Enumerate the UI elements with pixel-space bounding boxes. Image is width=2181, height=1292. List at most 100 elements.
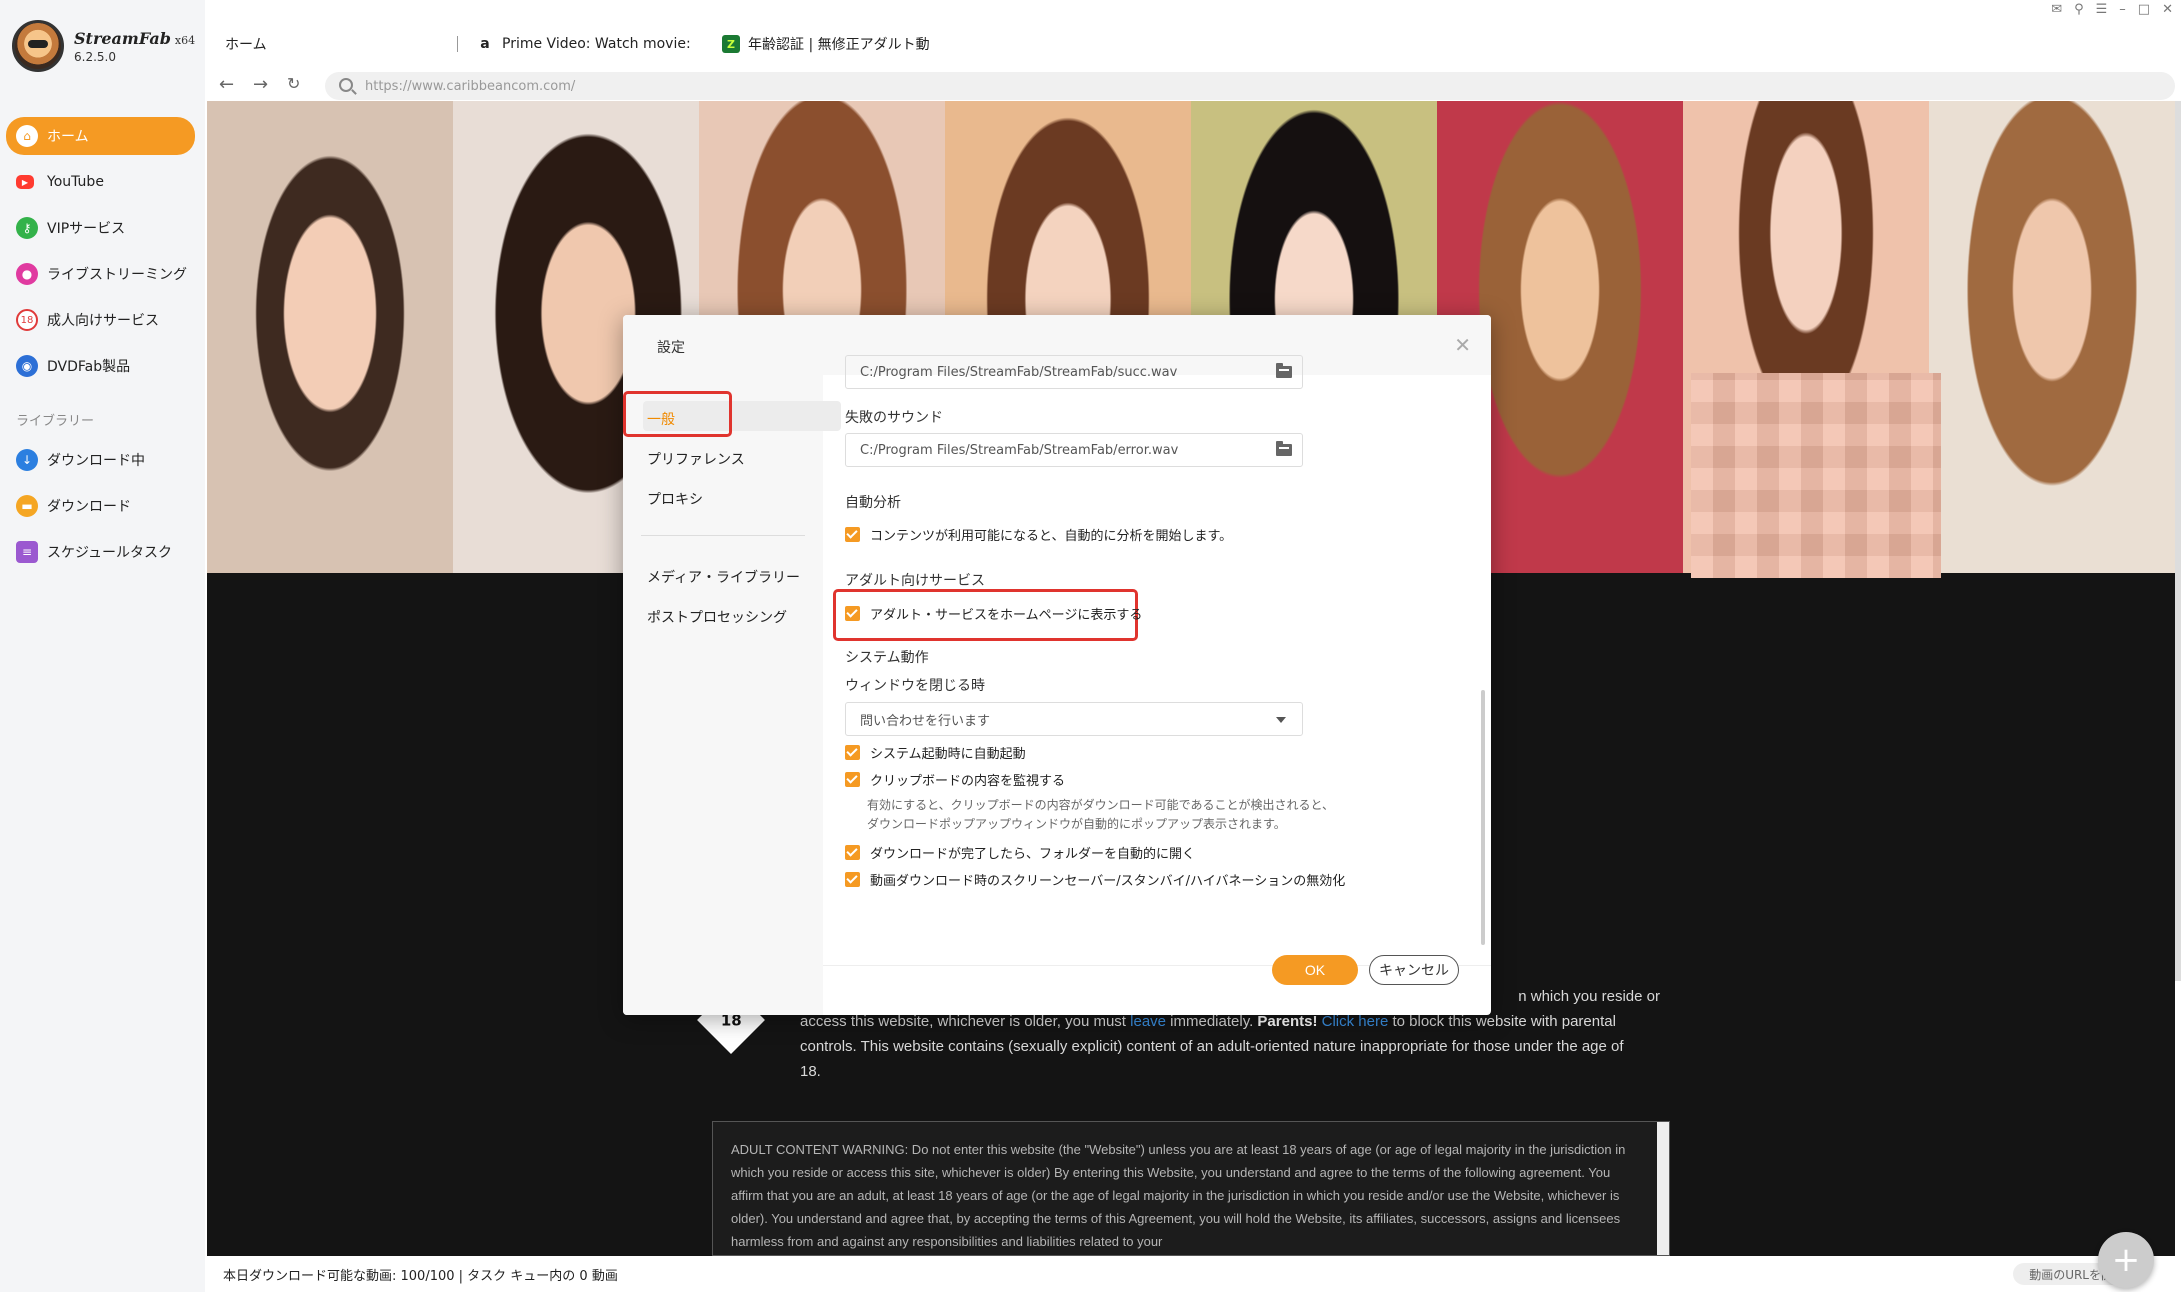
settings-nav-media-library[interactable]: メディア・ライブラリー bbox=[647, 567, 800, 587]
maximize-icon[interactable]: □ bbox=[2138, 2, 2150, 17]
checkbox-checked-icon bbox=[845, 845, 860, 860]
fail-sound-label: 失敗のサウンド bbox=[845, 410, 943, 426]
key-icon: ⚷ bbox=[16, 217, 38, 239]
success-sound-path[interactable]: C:/Program Files/StreamFab/StreamFab/suc… bbox=[845, 355, 1303, 389]
tab-label: 年齢認証 | 無修正アダルト動 bbox=[748, 37, 930, 53]
library-nav: ↓ ダウンロード中 ▬ ダウンロード ≡ スケジュールタスク bbox=[6, 441, 195, 579]
notice-line: 18. bbox=[800, 1063, 821, 1080]
library-section-label: ライブラリー bbox=[16, 414, 95, 429]
pixelated-region bbox=[1691, 373, 1941, 578]
minimize-icon[interactable]: – bbox=[2119, 2, 2126, 17]
youtube-icon: ▶ bbox=[16, 175, 34, 189]
dialog-close-icon[interactable]: ✕ bbox=[1454, 333, 1471, 357]
block-click-here-link[interactable]: Click here bbox=[1322, 1013, 1389, 1030]
on-close-select[interactable]: 問い合わせを行います bbox=[845, 702, 1303, 736]
highlight-box-general bbox=[623, 391, 732, 437]
on-close-label: ウィンドウを閉じる時 bbox=[845, 678, 985, 694]
notice-line: controls. This website contains (sexuall… bbox=[800, 1038, 1624, 1055]
sidebar-item-downloading[interactable]: ↓ ダウンロード中 bbox=[6, 441, 195, 479]
checkbox-checked-icon bbox=[845, 745, 860, 760]
sidebar-item-label: DVDFab製品 bbox=[47, 359, 131, 375]
settings-content: C:/Program Files/StreamFab/StreamFab/suc… bbox=[823, 355, 1491, 1015]
sidebar-item-label: ダウンロード中 bbox=[47, 453, 145, 469]
leave-link[interactable]: leave bbox=[1130, 1013, 1166, 1030]
add-url-button[interactable]: + bbox=[2098, 1232, 2154, 1288]
tab-prime-video[interactable]: a Prime Video: Watch movie: bbox=[460, 26, 710, 62]
app-version: 6.2.5.0 bbox=[74, 49, 116, 64]
camera-icon: ● bbox=[16, 263, 38, 285]
show-adult-services-checkbox[interactable]: アダルト・サービスをホームページに表示する bbox=[845, 604, 1142, 623]
checkbox-checked-icon bbox=[845, 527, 860, 542]
sidebar-item-adult[interactable]: 18 成人向けサービス bbox=[6, 301, 195, 339]
folder-icon[interactable] bbox=[1276, 363, 1292, 378]
search-icon bbox=[339, 78, 353, 92]
settings-nav-preferences[interactable]: プリファレンス bbox=[647, 449, 745, 469]
settings-nav-proxy[interactable]: プロキシ bbox=[647, 489, 703, 509]
close-icon[interactable]: ✕ bbox=[2162, 2, 2173, 17]
sidebar-item-label: YouTube bbox=[47, 174, 104, 190]
sidebar-item-label: ダウンロード bbox=[47, 499, 131, 515]
address-bar: ← → ↻ https://www.caribbeancom.com/ bbox=[205, 66, 2181, 106]
main-nav: ⌂ ホーム ▶ YouTube ⚷ VIPサービス ● ライブストリーミング 1… bbox=[6, 117, 195, 393]
home-icon: ⌂ bbox=[16, 125, 38, 147]
cancel-button[interactable]: キャンセル bbox=[1369, 955, 1459, 985]
auto-analysis-checkbox[interactable]: コンテンツが利用可能になると、自動的に分析を開始します。 bbox=[845, 525, 1232, 544]
back-arrow-icon[interactable]: ← bbox=[219, 74, 234, 95]
open-folder-checkbox[interactable]: ダウンロードが完了したら、フォルダーを自動的に開く bbox=[845, 843, 1195, 862]
sidebar-item-livestream[interactable]: ● ライブストリーミング bbox=[6, 255, 195, 293]
plus-icon: + bbox=[2111, 1240, 2141, 1280]
checkbox-checked-icon bbox=[845, 606, 860, 621]
warning-text: ADULT CONTENT WARNING: Do not enter this… bbox=[731, 1142, 1626, 1249]
sidebar: StreamFab x64 6.2.5.0 ⌂ ホーム ▶ YouTube ⚷ V… bbox=[0, 0, 205, 1292]
shirt-icon[interactable]: ⚲ bbox=[2074, 2, 2084, 17]
mail-icon[interactable]: ✉ bbox=[2051, 2, 2062, 17]
fail-sound-path[interactable]: C:/Program Files/StreamFab/StreamFab/err… bbox=[845, 433, 1303, 467]
checkbox-checked-icon bbox=[845, 872, 860, 887]
ok-button[interactable]: OK bbox=[1272, 955, 1358, 985]
folder-icon: ▬ bbox=[16, 495, 38, 517]
url-text: https://www.caribbeancom.com/ bbox=[365, 78, 576, 94]
caribbeancom-icon: Z bbox=[722, 35, 740, 53]
menu-icon[interactable]: ☰ bbox=[2096, 2, 2108, 17]
tab-label: Prime Video: Watch movie: bbox=[502, 36, 691, 52]
forward-arrow-icon[interactable]: → bbox=[253, 74, 268, 95]
startup-checkbox[interactable]: システム起動時に自動起動 bbox=[845, 743, 1026, 762]
status-bar: 本日ダウンロード可能な動画: 100/100 | タスク キュー内の 0 動画 … bbox=[205, 1256, 2181, 1292]
clipboard-note: 有効にすると、クリップボードの内容がダウンロード可能であることが検出されると、 … bbox=[867, 798, 1335, 831]
adult-services-label: アダルト向けサービス bbox=[845, 573, 985, 589]
tab-separator bbox=[457, 36, 458, 52]
tab-home[interactable]: ホーム bbox=[205, 26, 460, 62]
adult-content-warning[interactable]: ADULT CONTENT WARNING: Do not enter this… bbox=[712, 1121, 1670, 1256]
model-photo bbox=[1683, 101, 1941, 578]
adult-icon: 18 bbox=[16, 309, 38, 331]
url-input[interactable]: https://www.caribbeancom.com/ bbox=[325, 72, 2175, 100]
reload-icon[interactable]: ↻ bbox=[287, 74, 300, 93]
schedule-icon: ≡ bbox=[16, 541, 38, 563]
settings-nav-post-processing[interactable]: ポストプロセッシング bbox=[647, 607, 787, 627]
sidebar-item-downloaded[interactable]: ▬ ダウンロード bbox=[6, 487, 195, 525]
warning-scrollbar[interactable] bbox=[1657, 1122, 1669, 1255]
sidebar-item-vip[interactable]: ⚷ VIPサービス bbox=[6, 209, 195, 247]
app-name: StreamFab bbox=[74, 28, 171, 48]
checkbox-checked-icon bbox=[845, 772, 860, 787]
model-photo bbox=[1929, 101, 2175, 573]
browser-tabs: ホーム a Prime Video: Watch movie: Z 年齢認証 |… bbox=[205, 26, 2181, 62]
disable-screensaver-checkbox[interactable]: 動画ダウンロード時のスクリーンセーバー/スタンバイ/ハイバネーションの無効化 bbox=[845, 870, 1345, 889]
sidebar-item-label: ホーム bbox=[47, 129, 89, 145]
model-photo bbox=[207, 101, 453, 573]
tab-caribbeancom[interactable]: Z 年齢認証 | 無修正アダルト動 bbox=[710, 26, 946, 62]
sidebar-item-label: 成人向けサービス bbox=[47, 313, 159, 329]
nav-divider bbox=[641, 535, 805, 536]
settings-scrollbar[interactable] bbox=[1481, 690, 1485, 945]
sidebar-item-youtube[interactable]: ▶ YouTube bbox=[6, 163, 195, 201]
clipboard-monitor-checkbox[interactable]: クリップボードの内容を監視する bbox=[845, 770, 1065, 789]
download-icon: ↓ bbox=[16, 449, 38, 471]
page-scrollbar[interactable] bbox=[2175, 101, 2181, 981]
sidebar-item-home[interactable]: ⌂ ホーム bbox=[6, 117, 195, 155]
folder-icon[interactable] bbox=[1276, 441, 1292, 456]
app-arch: x64 bbox=[174, 33, 196, 47]
sidebar-item-dvdfab[interactable]: ◉ DVDFab製品 bbox=[6, 347, 195, 385]
settings-dialog: 設定 ✕ 一般 プリファレンス プロキシ メディア・ライブラリー ポストプロセッ… bbox=[623, 315, 1491, 1015]
sidebar-item-schedule[interactable]: ≡ スケジュールタスク bbox=[6, 533, 195, 571]
amazon-icon: a bbox=[480, 36, 490, 52]
